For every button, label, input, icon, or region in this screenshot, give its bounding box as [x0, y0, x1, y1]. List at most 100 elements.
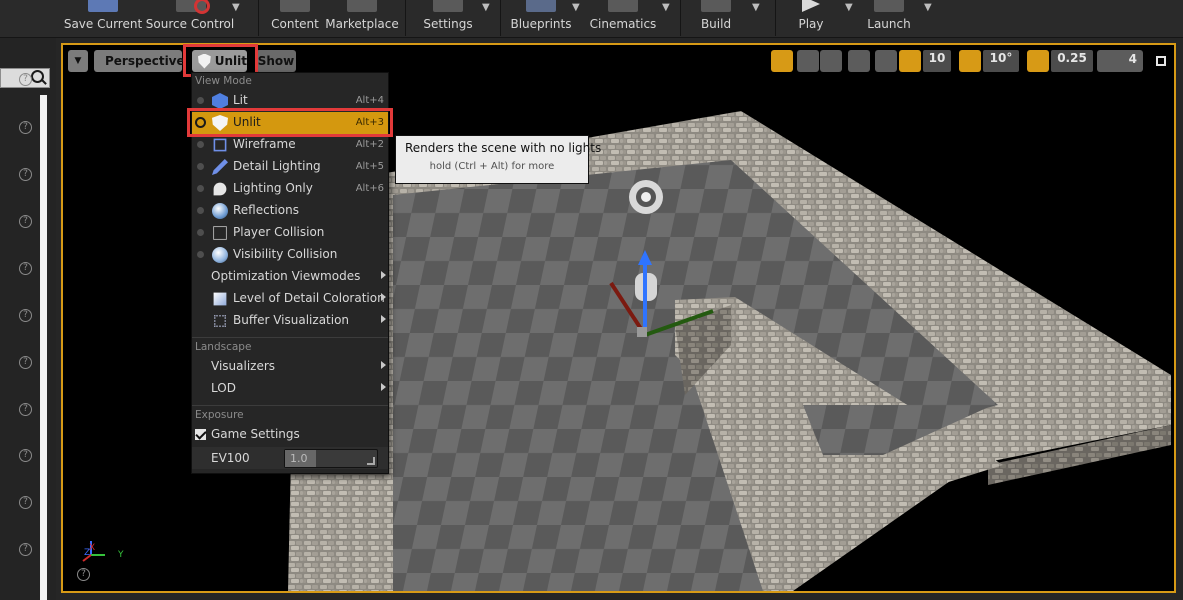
- cinematics-dropdown-icon[interactable]: ▼: [662, 2, 670, 13]
- perspective-button[interactable]: Perspective: [94, 50, 185, 72]
- help-icon[interactable]: ?: [19, 121, 32, 134]
- help-icon[interactable]: ?: [19, 262, 32, 275]
- exposure-section-label: Exposure: [195, 409, 244, 421]
- toolbar-separator: [258, 0, 259, 36]
- view-mode-lighting-only[interactable]: Lighting Only Alt+6: [192, 178, 388, 200]
- toolbar-separator: [405, 0, 406, 36]
- rotate-mode-icon[interactable]: [797, 50, 819, 72]
- content-icon: [280, 0, 310, 12]
- ev100-slider[interactable]: 1.0: [284, 449, 378, 468]
- play-button[interactable]: Play: [788, 0, 834, 36]
- blueprints-button[interactable]: Blueprints: [508, 0, 574, 36]
- surface-snapping-icon[interactable]: [875, 50, 897, 72]
- cinematics-label: Cinematics: [589, 17, 657, 31]
- chevron-down-icon: ▼: [74, 56, 82, 66]
- buffer-visualization-submenu[interactable]: Buffer Visualization: [192, 310, 388, 332]
- unlit-tooltip: Renders the scene with no lights hold (C…: [395, 135, 601, 184]
- game-settings-checkbox[interactable]: [195, 429, 206, 440]
- help-icon[interactable]: ?: [19, 449, 32, 462]
- rotation-snap-icon[interactable]: [959, 50, 981, 72]
- landscape-section-label: Landscape: [195, 341, 252, 353]
- view-mode-detail-lighting[interactable]: Detail Lighting Alt+5: [192, 156, 388, 178]
- scale-snap-value[interactable]: 0.25: [1051, 50, 1093, 72]
- search-icon: [31, 70, 44, 83]
- cinematics-button[interactable]: Cinematics: [589, 0, 657, 36]
- play-dropdown-icon[interactable]: ▼: [845, 2, 853, 13]
- wireframe-cube-icon: [213, 138, 227, 152]
- save-current-button[interactable]: Save Current: [64, 0, 142, 36]
- scale-mode-icon[interactable]: [820, 50, 842, 72]
- grid-snap-value[interactable]: 10: [923, 50, 951, 72]
- axis-y-label: Y: [118, 550, 124, 560]
- show-label: Show: [257, 54, 295, 68]
- view-mode-reflections[interactable]: Reflections: [192, 200, 388, 222]
- view-mode-wireframe[interactable]: Wireframe Alt+2: [192, 134, 388, 156]
- viewport-help-icon[interactable]: ?: [77, 568, 90, 581]
- resize-grip-icon: [367, 457, 375, 465]
- radio-icon: [197, 141, 204, 148]
- no-connection-icon: [194, 0, 210, 14]
- lighting-only-icon: [213, 182, 227, 196]
- camera-speed-button[interactable]: 4: [1097, 50, 1143, 72]
- settings-button[interactable]: Settings: [419, 0, 477, 36]
- wireframe-label: Wireframe: [233, 137, 296, 151]
- view-mode-visibility-collision[interactable]: Visibility Collision: [192, 244, 388, 266]
- source-control-dropdown-icon[interactable]: ▼: [232, 2, 240, 13]
- grid-snap-icon[interactable]: [899, 50, 921, 72]
- axis-z-label: Z: [84, 548, 91, 558]
- optimization-viewmodes-submenu[interactable]: Optimization Viewmodes: [192, 266, 388, 288]
- world-local-icon[interactable]: [848, 50, 870, 72]
- player-collision-icon: [213, 226, 227, 240]
- show-button[interactable]: Show: [256, 50, 296, 72]
- toolbar-separator: [500, 0, 501, 36]
- game-settings-toggle[interactable]: Game Settings: [192, 424, 388, 446]
- settings-label: Settings: [423, 17, 473, 31]
- help-icon[interactable]: ?: [19, 73, 32, 86]
- launch-icon: [874, 0, 904, 12]
- lit-shortcut: Alt+4: [355, 95, 384, 106]
- translate-mode-icon[interactable]: [771, 50, 793, 72]
- help-icon[interactable]: ?: [19, 496, 32, 509]
- help-icon[interactable]: ?: [19, 543, 32, 556]
- submenu-arrow-icon: [381, 361, 386, 369]
- viewport-options-button[interactable]: ▼: [68, 50, 88, 72]
- radio-icon: [197, 163, 204, 170]
- build-dropdown-icon[interactable]: ▼: [752, 2, 760, 13]
- launch-label: Launch: [867, 17, 911, 31]
- rotation-snap-value[interactable]: 10°: [983, 50, 1019, 72]
- cinematics-icon: [608, 0, 638, 12]
- build-icon: [701, 0, 731, 12]
- source-control-button[interactable]: Source Control: [146, 0, 234, 36]
- help-icon[interactable]: ?: [19, 215, 32, 228]
- settings-icon: [433, 0, 463, 12]
- blueprints-dropdown-icon[interactable]: ▼: [572, 2, 580, 13]
- help-icon[interactable]: ?: [19, 309, 32, 322]
- lit-cube-icon: [212, 93, 228, 109]
- help-icon[interactable]: ?: [19, 356, 32, 369]
- lod-coloration-submenu[interactable]: Level of Detail Coloration: [192, 288, 388, 310]
- scale-snap-icon[interactable]: [1027, 50, 1049, 72]
- left-panel-scrollbar[interactable]: [40, 95, 47, 600]
- ev100-label: EV100: [211, 451, 250, 465]
- blueprints-icon: [526, 0, 556, 12]
- game-settings-label: Game Settings: [211, 427, 300, 441]
- lit-label: Lit: [233, 93, 248, 107]
- content-label: Content: [271, 17, 319, 31]
- landscape-lod-submenu[interactable]: LOD: [192, 378, 388, 400]
- build-button[interactable]: Build: [694, 0, 738, 36]
- lighting-only-label: Lighting Only: [233, 181, 313, 195]
- maximize-viewport-icon[interactable]: [1156, 56, 1166, 66]
- view-mode-player-collision[interactable]: Player Collision: [192, 222, 388, 244]
- view-mode-section-label: View Mode: [195, 75, 252, 87]
- visibility-collision-icon: [212, 247, 228, 263]
- launch-dropdown-icon[interactable]: ▼: [924, 2, 932, 13]
- content-button[interactable]: Content: [268, 0, 322, 36]
- help-icon[interactable]: ?: [19, 168, 32, 181]
- help-icon[interactable]: ?: [19, 403, 32, 416]
- lod-coloration-icon: [213, 292, 227, 306]
- settings-dropdown-icon[interactable]: ▼: [482, 2, 490, 13]
- visualizers-submenu[interactable]: Visualizers: [192, 356, 388, 378]
- marketplace-button[interactable]: Marketplace: [325, 0, 399, 36]
- launch-button[interactable]: Launch: [864, 0, 914, 36]
- marketplace-icon: [347, 0, 377, 12]
